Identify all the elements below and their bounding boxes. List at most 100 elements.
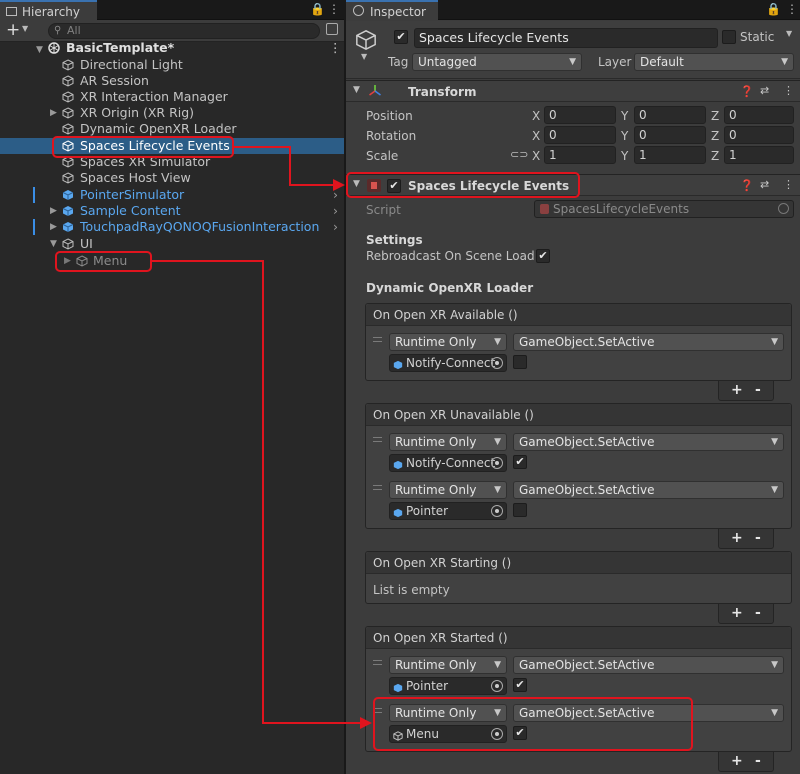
icon-dropdown-icon[interactable]: ▼ — [361, 52, 367, 61]
object-picker-icon[interactable] — [491, 457, 503, 469]
drag-handle-icon[interactable] — [373, 337, 382, 342]
more-menu-icon[interactable]: ⋮ — [328, 2, 340, 16]
add-button[interactable]: + — [6, 20, 20, 40]
event-title: On Open XR Started () — [366, 627, 791, 649]
add-listener-button[interactable]: + — [731, 529, 743, 547]
hierarchy-item[interactable]: PointerSimulator › — [0, 187, 344, 203]
object-name-field[interactable]: Spaces Lifecycle Events — [414, 28, 718, 48]
rotation-z-field[interactable]: 0 — [724, 126, 794, 144]
add-listener-button[interactable]: + — [731, 752, 743, 770]
runtime-mode-dropdown[interactable]: Runtime Only ▼ — [389, 333, 507, 351]
more-menu-icon[interactable]: ⋮ — [786, 2, 798, 16]
active-checkbox[interactable]: ✔ — [394, 30, 408, 44]
expand-arrow-icon[interactable]: ▶ — [50, 203, 60, 219]
preset-icon[interactable]: ⇄ — [760, 178, 769, 191]
target-object-field[interactable]: Notify-Connect — [389, 354, 507, 372]
expand-arrow-icon[interactable]: ▶ — [50, 219, 60, 235]
tab-inspector[interactable]: Inspector — [346, 0, 438, 21]
layer-dropdown[interactable]: Default ▼ — [634, 53, 794, 71]
axis-z-label[interactable]: Z — [711, 109, 719, 123]
preset-icon[interactable]: ⇄ — [760, 84, 769, 97]
gameobject-large-icon[interactable] — [355, 29, 377, 54]
remove-listener-button[interactable]: - — [755, 381, 761, 399]
lock-icon[interactable]: 🔒 — [310, 2, 325, 16]
position-label: Position — [366, 109, 413, 123]
rotation-y-field[interactable]: 0 — [634, 126, 706, 144]
hierarchy-search-input[interactable]: ⚲ All — [48, 23, 320, 39]
component-menu-icon[interactable]: ⋮ — [783, 178, 794, 191]
drag-handle-icon[interactable] — [373, 660, 382, 665]
runtime-mode-dropdown[interactable]: Runtime Only ▼ — [389, 433, 507, 451]
position-y-field[interactable]: 0 — [634, 106, 706, 124]
axis-z-label[interactable]: Z — [711, 129, 719, 143]
static-dropdown-icon[interactable]: ▼ — [786, 29, 792, 38]
target-object-field[interactable]: Pointer — [389, 502, 507, 520]
argument-checkbox[interactable]: ✔ — [513, 455, 527, 469]
target-object-field[interactable]: Notify-Connect — [389, 454, 507, 472]
scale-x-field[interactable]: 1 — [544, 146, 616, 164]
script-field: SpacesLifecycleEvents — [534, 200, 794, 218]
object-picker-icon[interactable] — [491, 680, 503, 692]
hierarchy-item[interactable]: AR Session — [0, 73, 344, 89]
position-z-field[interactable]: 0 — [724, 106, 794, 124]
hierarchy-item[interactable]: ▼ UI — [0, 236, 344, 252]
scene-menu-icon[interactable]: ⋮ — [329, 40, 342, 56]
hierarchy-item[interactable]: Directional Light — [0, 57, 344, 73]
add-listener-button[interactable]: + — [731, 381, 743, 399]
position-x-field[interactable]: 0 — [544, 106, 616, 124]
axis-x-label[interactable]: X — [532, 109, 540, 123]
runtime-mode-dropdown[interactable]: Runtime Only ▼ — [389, 481, 507, 499]
scale-y-field[interactable]: 1 — [634, 146, 706, 164]
expand-arrow-icon[interactable]: ▶ — [50, 105, 60, 121]
function-dropdown[interactable]: GameObject.SetActive ▼ — [513, 433, 784, 451]
chevron-right-icon[interactable]: › — [333, 203, 338, 219]
hierarchy-item[interactable]: ▶ XR Origin (XR Rig) — [0, 105, 344, 121]
remove-listener-button[interactable]: - — [755, 529, 761, 547]
hierarchy-item[interactable]: XR Interaction Manager — [0, 89, 344, 105]
target-object-field[interactable]: Pointer — [389, 677, 507, 695]
runtime-mode-dropdown[interactable]: Runtime Only ▼ — [389, 656, 507, 674]
rotation-x-field[interactable]: 0 — [544, 126, 616, 144]
function-dropdown[interactable]: GameObject.SetActive ▼ — [513, 481, 784, 499]
scene-visibility-icon[interactable] — [326, 23, 338, 35]
transform-header[interactable]: ▼ Transform ❓ ⇄ ⋮ — [346, 80, 800, 102]
rebroadcast-checkbox[interactable]: ✔ — [536, 249, 550, 263]
link-icon[interactable]: ⊂⊃ — [510, 148, 528, 161]
add-listener-button[interactable]: + — [731, 604, 743, 622]
argument-checkbox[interactable] — [513, 355, 527, 369]
expand-arrow-icon[interactable]: ▼ — [50, 236, 60, 252]
scale-z-field[interactable]: 1 — [724, 146, 794, 164]
tab-hierarchy[interactable]: Hierarchy — [0, 0, 97, 21]
static-checkbox[interactable] — [722, 30, 736, 44]
add-dropdown-icon[interactable]: ▼ — [22, 24, 28, 33]
help-icon[interactable]: ❓ — [740, 179, 754, 192]
axis-x-label[interactable]: X — [532, 129, 540, 143]
lock-icon[interactable]: 🔒 — [766, 2, 781, 16]
expand-arrow-icon[interactable]: ▼ — [36, 42, 46, 58]
hierarchy-item[interactable]: ▶ TouchpadRayQONOQFusionInteraction › — [0, 219, 344, 235]
object-picker-icon[interactable] — [491, 505, 503, 517]
argument-checkbox[interactable] — [513, 503, 527, 517]
scene-row[interactable]: ▼ BasicTemplate* ⋮ — [0, 40, 344, 56]
hierarchy-item[interactable]: ▶ Sample Content › — [0, 203, 344, 219]
chevron-right-icon[interactable]: › — [333, 219, 338, 235]
axis-y-label[interactable]: Y — [621, 129, 628, 143]
drag-handle-icon[interactable] — [373, 485, 382, 490]
drag-handle-icon[interactable] — [373, 437, 382, 442]
function-dropdown[interactable]: GameObject.SetActive ▼ — [513, 656, 784, 674]
remove-listener-button[interactable]: - — [755, 604, 761, 622]
object-picker-icon[interactable] — [491, 357, 503, 369]
foldout-arrow-icon[interactable]: ▼ — [353, 85, 360, 95]
remove-listener-button[interactable]: - — [755, 752, 761, 770]
axis-y-label[interactable]: Y — [621, 149, 628, 163]
tag-dropdown[interactable]: Untagged ▼ — [412, 53, 582, 71]
hierarchy-item[interactable]: Dynamic OpenXR Loader — [0, 121, 344, 137]
help-icon[interactable]: ❓ — [740, 85, 754, 98]
axis-x-label[interactable]: X — [532, 149, 540, 163]
script-label: Script — [366, 203, 401, 217]
function-dropdown[interactable]: GameObject.SetActive ▼ — [513, 333, 784, 351]
axis-y-label[interactable]: Y — [621, 109, 628, 123]
component-menu-icon[interactable]: ⋮ — [783, 84, 794, 97]
axis-z-label[interactable]: Z — [711, 149, 719, 163]
argument-checkbox[interactable]: ✔ — [513, 678, 527, 692]
